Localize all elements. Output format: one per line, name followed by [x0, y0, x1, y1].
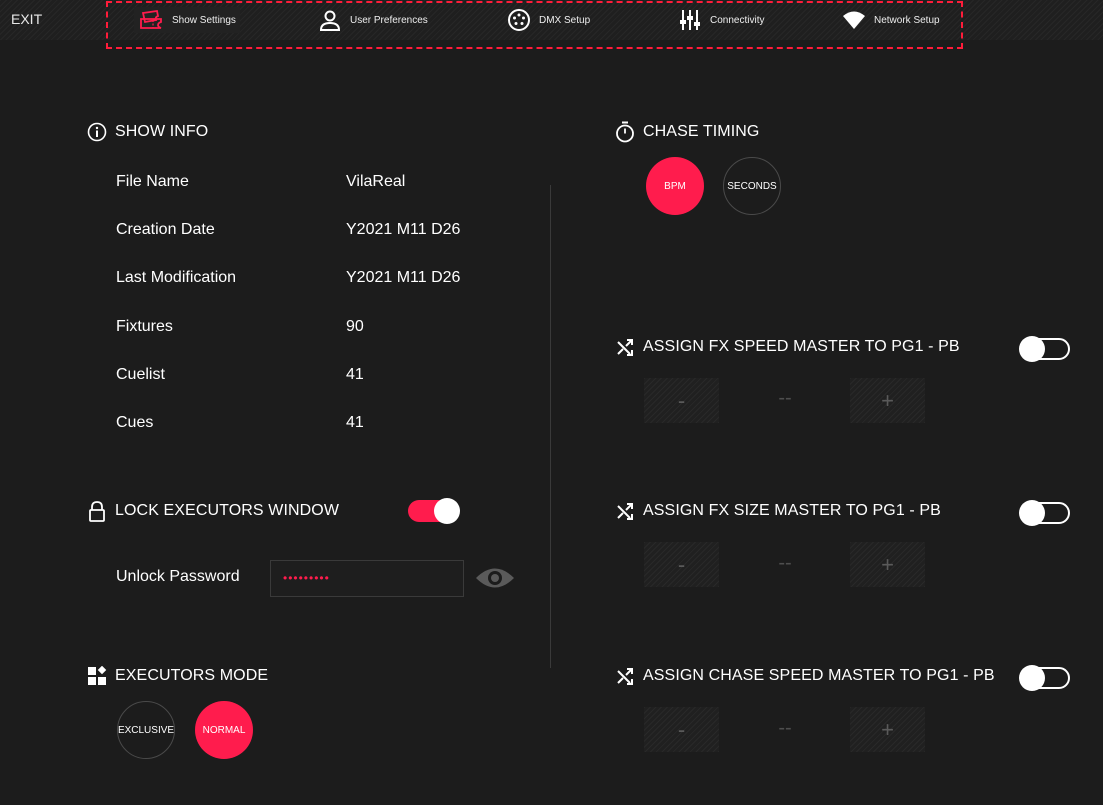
cues-label: Cues — [116, 414, 154, 431]
section-heading: ASSIGN FX SIZE MASTER TO PG1 - PB — [643, 502, 941, 519]
assign-chase-speed-title: ASSIGN CHASE SPEED MASTER TO PG1 - PB — [615, 666, 995, 686]
toggle-knob — [1019, 336, 1045, 362]
shuffle-icon — [615, 501, 635, 521]
fx-speed-decrement-button[interactable]: - — [644, 378, 719, 423]
exit-button[interactable]: EXIT — [11, 11, 42, 27]
executors-mode-title: EXECUTORS MODE — [87, 666, 268, 686]
toggle-knob — [1019, 500, 1045, 526]
fx-size-decrement-button[interactable]: - — [644, 542, 719, 587]
seconds-button[interactable]: SECONDS — [723, 157, 781, 215]
toggle-knob — [1019, 665, 1045, 691]
lock-executors-toggle[interactable] — [408, 498, 460, 524]
normal-mode-button[interactable]: NORMAL — [195, 701, 253, 759]
chase-speed-increment-button[interactable]: + — [850, 707, 925, 752]
cues-value: 41 — [346, 414, 364, 431]
unlock-password-field[interactable]: ••••••••• — [270, 560, 464, 597]
section-heading: CHASE TIMING — [643, 123, 760, 140]
fx-speed-master-toggle[interactable] — [1019, 336, 1070, 362]
fixtures-value: 90 — [346, 318, 364, 335]
assign-fx-size-title: ASSIGN FX SIZE MASTER TO PG1 - PB — [615, 501, 941, 521]
chase-speed-decrement-button[interactable]: - — [644, 707, 719, 752]
fixtures-label: Fixtures — [116, 318, 173, 335]
section-heading: ASSIGN CHASE SPEED MASTER TO PG1 - PB — [643, 667, 995, 684]
fx-size-value: -- — [778, 552, 792, 574]
section-heading: LOCK EXECUTORS WINDOW — [115, 502, 340, 519]
widgets-icon — [87, 666, 107, 686]
stopwatch-icon — [615, 121, 635, 143]
section-heading: SHOW INFO — [115, 123, 209, 140]
file-name-label: File Name — [116, 173, 189, 190]
assign-fx-speed-title: ASSIGN FX SPEED MASTER TO PG1 - PB — [615, 337, 960, 357]
creation-date-value: Y2021 M11 D26 — [346, 221, 461, 238]
last-modification-label: Last Modification — [116, 269, 237, 286]
creation-date-label: Creation Date — [116, 221, 215, 238]
show-info-title: SHOW INFO — [87, 122, 208, 142]
unlock-password-label: Unlock Password — [116, 568, 240, 585]
lock-executors-title: LOCK EXECUTORS WINDOW — [87, 501, 340, 522]
file-name-value: VilaReal — [346, 173, 406, 190]
info-icon — [87, 122, 107, 142]
section-heading: EXECUTORS MODE — [115, 667, 269, 684]
chase-speed-master-toggle[interactable] — [1019, 665, 1070, 691]
exclusive-mode-button[interactable]: EXCLUSIVE — [117, 701, 175, 759]
nav-highlight-box — [106, 1, 963, 49]
shuffle-icon — [615, 666, 635, 686]
fx-size-increment-button[interactable]: + — [850, 542, 925, 587]
lock-icon — [87, 501, 107, 522]
shuffle-icon — [615, 337, 635, 357]
chase-speed-value: -- — [778, 717, 792, 739]
fx-size-master-toggle[interactable] — [1019, 500, 1070, 526]
chase-timing-title: CHASE TIMING — [615, 121, 760, 143]
fx-speed-increment-button[interactable]: + — [850, 378, 925, 423]
bpm-button[interactable]: BPM — [646, 157, 704, 215]
cuelist-value: 41 — [346, 366, 364, 383]
last-modification-value: Y2021 M11 D26 — [346, 269, 461, 286]
cuelist-label: Cuelist — [116, 366, 165, 383]
toggle-knob — [434, 498, 460, 524]
eye-icon[interactable] — [475, 565, 515, 596]
column-divider — [550, 185, 551, 668]
fx-speed-value: -- — [778, 387, 792, 409]
section-heading: ASSIGN FX SPEED MASTER TO PG1 - PB — [643, 338, 960, 355]
